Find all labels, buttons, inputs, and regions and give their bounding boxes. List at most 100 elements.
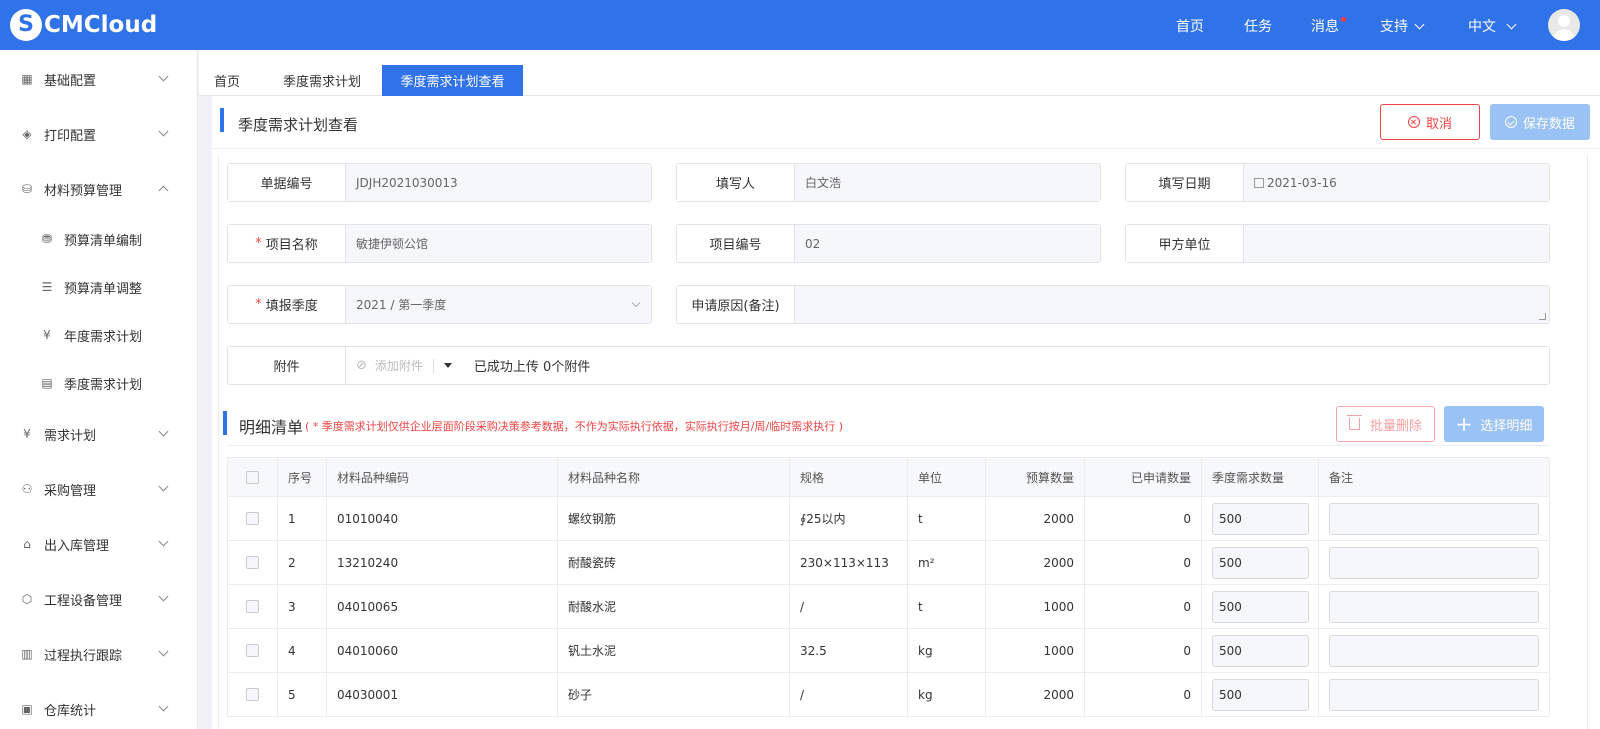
caret-down-icon[interactable] — [443, 363, 452, 368]
save-button-label: 保存数据 — [1522, 116, 1575, 132]
sidebar-item-annual-plan[interactable]: ¥ 年度需求计划 — [0, 320, 197, 350]
col-spec: 规格 — [789, 458, 907, 496]
logo-text: CMCloud — [44, 12, 158, 38]
resize-handle-icon[interactable] — [1539, 313, 1546, 320]
sidebar-item-inout[interactable]: ⌂ 出入库管理 — [0, 529, 197, 559]
sidebar-item-basic-config[interactable]: ▦ 基础配置 — [0, 64, 197, 94]
row-select-cell — [227, 497, 277, 540]
nav-messages[interactable]: 消息 — [1311, 16, 1346, 36]
tab-home[interactable]: 首页 — [199, 65, 255, 96]
quarter-field[interactable]: * 填报季度 2021 / 第一季度 — [227, 285, 652, 324]
calendar-icon — [1254, 177, 1264, 188]
unread-dot — [1341, 17, 1346, 22]
save-button[interactable]: 保存数据 — [1490, 104, 1590, 140]
sidebar-item-label: 需求计划 — [44, 428, 97, 444]
fill-date-field: 填写日期 2021-03-16 — [1125, 163, 1550, 202]
cell-no: 1 — [277, 497, 326, 540]
table-header: 序号 材料品种编码 材料品种名称 规格 单位 预算数量 已申请数量 季度需求数量… — [227, 457, 1550, 497]
select-all-checkbox[interactable] — [246, 470, 259, 484]
check-circle-icon — [1504, 116, 1517, 128]
reason-textarea[interactable] — [795, 286, 1549, 323]
tracking-icon: ▥ — [21, 647, 33, 661]
qty-input[interactable]: 500 — [1212, 590, 1309, 623]
sidebar-item-equipment[interactable]: ⬡ 工程设备管理 — [0, 584, 197, 614]
add-attachment-button[interactable]: 添加附件 — [375, 357, 423, 374]
quarter-select[interactable]: 2021 / 第一季度 — [346, 286, 651, 323]
cancel-button[interactable]: 取消 — [1380, 104, 1480, 140]
qty-input[interactable]: 500 — [1212, 634, 1309, 667]
calc-icon: ▤ — [41, 376, 53, 390]
sidebar-item-tracking[interactable]: ▥ 过程执行跟踪 — [0, 639, 197, 669]
row-checkbox[interactable] — [246, 556, 259, 569]
remark-input[interactable] — [1329, 590, 1539, 623]
details-title: 明细清单 — [239, 418, 304, 437]
nav-home[interactable]: 首页 — [1176, 16, 1204, 36]
main-content: 季度需求计划查看 取消 保存数据 单据编号 JDJH2021030013 填写人… — [212, 96, 1600, 729]
chevron-down-icon — [158, 536, 169, 547]
sidebar-item-label: 预算清单调整 — [64, 281, 143, 297]
cell-remark — [1318, 673, 1550, 716]
filler-label: 填写人 — [677, 164, 795, 201]
sidebar-item-quarter-plan[interactable]: ▤ 季度需求计划 — [0, 368, 197, 398]
divider — [432, 358, 434, 373]
remark-input[interactable] — [1329, 678, 1539, 711]
qty-input[interactable]: 500 — [1212, 546, 1309, 579]
batch-delete-button[interactable]: 批量删除 — [1336, 406, 1435, 442]
qty-input[interactable]: 500 — [1212, 678, 1309, 711]
paperclip-icon: ⊘ — [356, 358, 367, 373]
row-checkbox[interactable] — [246, 512, 259, 525]
chevron-up-icon — [158, 185, 169, 196]
sidebar-item-budget-adjust[interactable]: ☰ 预算清单调整 — [0, 272, 197, 302]
quarter-label: * 填报季度 — [228, 286, 346, 323]
cell-qty: 500 — [1201, 673, 1318, 716]
sidebar-item-label: 预算清单编制 — [64, 233, 143, 249]
select-details-button[interactable]: + 选择明细 — [1444, 406, 1544, 442]
qty-input[interactable]: 500 — [1212, 502, 1309, 535]
chevron-down-icon — [158, 126, 169, 137]
chevron-down-icon — [631, 298, 641, 308]
remark-input[interactable] — [1329, 634, 1539, 667]
filler-field: 填写人 白文浩 — [676, 163, 1101, 202]
cell-no: 3 — [277, 585, 326, 628]
chevron-down-icon — [158, 701, 169, 712]
row-checkbox[interactable] — [246, 688, 259, 701]
cell-applied: 0 — [1084, 673, 1201, 716]
sidebar-item-label: 季度需求计划 — [64, 377, 143, 393]
chevron-down-icon — [1414, 19, 1425, 29]
sidebar-item-budget-compile[interactable]: ⛃ 预算清单编制 — [0, 224, 197, 254]
coins-icon: ⛃ — [41, 232, 53, 246]
sidebar-item-print-config[interactable]: ◈ 打印配置 — [0, 119, 197, 149]
col-code: 材料品种编码 — [326, 458, 557, 496]
cell-code: 04010065 — [326, 585, 557, 628]
nav-tasks[interactable]: 任务 — [1244, 16, 1272, 36]
row-checkbox[interactable] — [246, 644, 259, 657]
chevron-down-icon — [158, 591, 169, 602]
sidebar-item-material-budget[interactable]: ⛁ 材料预算管理 — [0, 174, 197, 204]
tab-quarter-plan-view[interactable]: 季度需求计划查看 — [382, 65, 523, 96]
nav-language[interactable]: 中文 — [1468, 16, 1517, 36]
remark-input[interactable] — [1329, 502, 1539, 535]
avatar-head — [1558, 15, 1570, 27]
cell-spec: / — [789, 673, 907, 716]
table-row: 2 13210240 耐酸瓷砖 230×113×113 m² 2000 0 50… — [227, 541, 1550, 585]
select-all-cell — [227, 458, 277, 496]
page-title: 季度需求计划查看 — [238, 116, 359, 134]
remark-input[interactable] — [1329, 546, 1539, 579]
nav-support[interactable]: 支持 — [1380, 16, 1425, 36]
party-a-label: 甲方单位 — [1126, 225, 1244, 262]
tab-quarter-plan[interactable]: 季度需求计划 — [267, 65, 377, 96]
nav-messages-label: 消息 — [1311, 19, 1339, 35]
fill-date-label: 填写日期 — [1126, 164, 1244, 201]
sidebar-item-warehouse-stats[interactable]: ▣ 仓库统计 — [0, 694, 197, 724]
title-accent-bar — [220, 108, 224, 132]
batch-delete-label: 批量删除 — [1369, 418, 1422, 434]
sidebar-item-purchase[interactable]: ⚇ 采购管理 — [0, 474, 197, 504]
fill-date-text: 2021-03-16 — [1267, 175, 1337, 190]
attachment-field: 附件 ⊘ 添加附件 已成功上传 0个附件 — [227, 346, 1550, 385]
project-no-value: 02 — [795, 225, 1100, 262]
sidebar-item-demand-plan[interactable]: ¥ 需求计划 — [0, 419, 197, 449]
logo[interactable]: S CMCloud — [10, 0, 157, 50]
row-checkbox[interactable] — [246, 600, 259, 613]
grid-icon: ▦ — [21, 72, 33, 86]
avatar[interactable] — [1548, 9, 1580, 41]
